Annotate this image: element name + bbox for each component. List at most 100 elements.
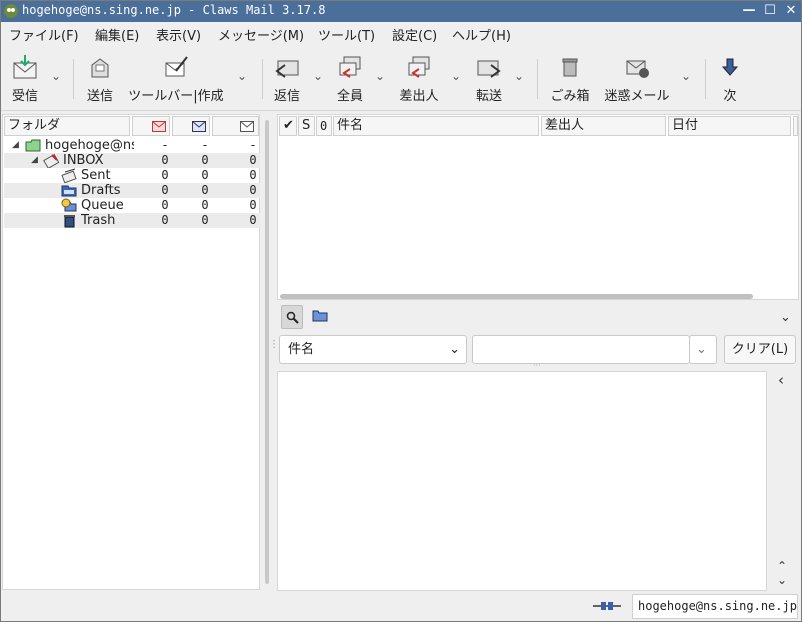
menu-help[interactable]: ヘルプ(H) (452, 25, 511, 44)
compose-dropdown-chevron-icon[interactable]: ⌄ (237, 69, 249, 83)
folder-name: Trash (81, 213, 116, 228)
trash-folder-icon (64, 215, 75, 228)
reply-sender-dropdown-chevron-icon[interactable]: ⌄ (451, 69, 463, 83)
arrow-down-icon (721, 58, 739, 76)
search-field-select-value: 件名 (288, 342, 315, 357)
trash-button[interactable]: ごみ箱 (549, 53, 591, 104)
folder-new-count: - (161, 138, 169, 152)
column-extra-header[interactable] (793, 116, 798, 136)
collapse-chevron-down-icon[interactable]: ⌄ (780, 310, 791, 325)
reply-all-icon (339, 56, 361, 78)
folder-row-queue[interactable]: Queue 0 0 0 (4, 198, 260, 213)
quick-search-toggle-button[interactable] (281, 305, 303, 329)
folder-new-count: 0 (161, 183, 169, 197)
reply-all-dropdown-chevron-icon[interactable]: ⌄ (375, 69, 387, 83)
folder-unread-count: 0 (201, 213, 209, 227)
clear-button[interactable]: クリア(L) (724, 335, 796, 364)
folder-unread-count: 0 (201, 183, 209, 197)
scroll-up-icon[interactable]: ⌃ (777, 559, 787, 573)
message-list-horizontal-scrollbar[interactable] (280, 294, 753, 299)
dropdown-chevron-down-icon: ⌄ (696, 342, 707, 357)
menu-file[interactable]: ファイル(F) (9, 25, 79, 44)
connection-status-icon[interactable] (593, 600, 621, 612)
folder-unread-count: - (201, 138, 209, 152)
queue-folder-icon (61, 198, 77, 212)
spam-dropdown-chevron-icon[interactable]: ⌄ (681, 69, 693, 83)
new-mail-icon (152, 121, 166, 132)
maximize-button[interactable]: ☐ (762, 3, 778, 19)
column-attachment-header[interactable]: 0 (316, 116, 332, 136)
folder-search-icon[interactable] (312, 309, 328, 322)
trash-label: ごみ箱 (550, 89, 590, 104)
unread-mail-icon (192, 121, 206, 132)
forward-dropdown-chevron-icon[interactable]: ⌄ (514, 69, 526, 83)
message-view (277, 371, 767, 591)
folder-column-header[interactable]: フォルダ (4, 116, 130, 136)
reply-icon (275, 60, 299, 78)
current-account-label[interactable]: hogehoge@ns.sing.ne.jp (632, 594, 798, 619)
reply-all-label: 全員 (336, 89, 363, 104)
mailbox-folder-icon (25, 139, 41, 152)
folder-name: INBOX (63, 153, 104, 168)
menu-edit[interactable]: 編集(E) (95, 25, 139, 44)
receive-mail-icon (13, 55, 37, 79)
folder-total-count: 0 (249, 153, 257, 167)
unread-column-header[interactable] (172, 116, 210, 136)
folder-name: Drafts (81, 183, 121, 198)
menu-bar: ファイル(F) 編集(E) 表示(V) メッセージ(M) ツール(T) 設定(C… (0, 22, 802, 44)
column-from-header[interactable]: 差出人 (541, 116, 666, 136)
menu-settings[interactable]: 設定(C) (392, 25, 437, 44)
compose-button[interactable]: ツールバー|作成 (126, 53, 226, 104)
folder-row-inbox[interactable]: ◢ INBOX 0 0 0 (4, 153, 260, 168)
toolbar: 受信 ⌄ 送信 ツールバー|作成 ⌄ 返信 ⌄ 全員 ⌄ 差出人 ⌄ 転送 ⌄ … (0, 45, 802, 111)
folder-unread-count: 0 (201, 198, 209, 212)
menu-tools[interactable]: ツール(T) (318, 25, 375, 44)
receive-button[interactable]: 受信 (6, 53, 44, 104)
collapse-triangle-icon[interactable]: ◢ (31, 153, 38, 168)
folder-name: Queue (81, 198, 124, 213)
collapse-triangle-icon[interactable]: ◢ (12, 138, 19, 153)
close-button[interactable]: ✕ (783, 3, 799, 19)
new-column-header[interactable] (132, 116, 170, 136)
total-column-header[interactable] (212, 116, 259, 136)
reply-dropdown-chevron-icon[interactable]: ⌄ (313, 69, 325, 83)
message-view-scrollbar[interactable]: ‹ ⌃ ⌄ (768, 371, 798, 591)
send-label: 送信 (86, 89, 113, 104)
column-status-header[interactable]: S (298, 116, 315, 136)
forward-button[interactable]: 転送 (474, 53, 504, 104)
reply-all-button[interactable]: 全員 (334, 53, 366, 104)
send-button[interactable]: 送信 (84, 53, 116, 104)
search-history-dropdown[interactable]: ⌄ (689, 335, 717, 364)
next-button[interactable]: 次 (716, 53, 744, 104)
spam-mail-icon (626, 60, 649, 78)
drag-handle-icon[interactable]: ⋮ (269, 340, 279, 350)
minimize-button[interactable]: — (741, 3, 757, 19)
scroll-down-icon[interactable]: ⌄ (777, 573, 787, 587)
folder-row-drafts[interactable]: Drafts 0 0 0 (4, 183, 260, 198)
column-date-header[interactable]: 日付 (668, 116, 791, 136)
reply-sender-label: 差出人 (399, 89, 439, 104)
folder-new-count: 0 (161, 198, 169, 212)
menu-view[interactable]: 表示(V) (156, 25, 201, 44)
spam-button[interactable]: 迷惑メール (602, 53, 672, 104)
folder-row-account[interactable]: ◢ hogehoge@ns.sing.ne.jp - - - (4, 138, 260, 153)
folder-row-sent[interactable]: Sent 0 0 0 (4, 168, 260, 183)
column-mark-header[interactable]: ✔ (279, 116, 297, 136)
search-text-input[interactable] (472, 335, 690, 364)
menu-message[interactable]: メッセージ(M) (218, 25, 304, 44)
toolbar-separator (705, 59, 706, 99)
folder-row-trash[interactable]: Trash 0 0 0 (4, 213, 260, 228)
reply-sender-button[interactable]: 差出人 (398, 53, 440, 104)
title-bar: hogehoge@ns.sing.ne.jp - Claws Mail 3.17… (0, 0, 802, 22)
search-field-select[interactable]: 件名 ⌄ (279, 335, 467, 364)
chevron-left-icon[interactable]: ‹ (778, 371, 784, 389)
receive-dropdown-chevron-icon[interactable]: ⌄ (51, 69, 63, 83)
select-chevron-down-icon: ⌄ (449, 342, 460, 357)
reply-button[interactable]: 返信 (272, 53, 302, 104)
resize-grip-icon[interactable]: ··· (533, 361, 541, 370)
folder-total-count: - (249, 138, 257, 152)
folder-unread-count: 0 (201, 168, 209, 182)
folder-tree: フォルダ ◢ hogehoge@ns.sing.ne.jp - - - ◢ IN… (2, 114, 260, 590)
column-subject-header[interactable]: 件名 (333, 116, 539, 136)
folder-new-count: 0 (161, 153, 169, 167)
